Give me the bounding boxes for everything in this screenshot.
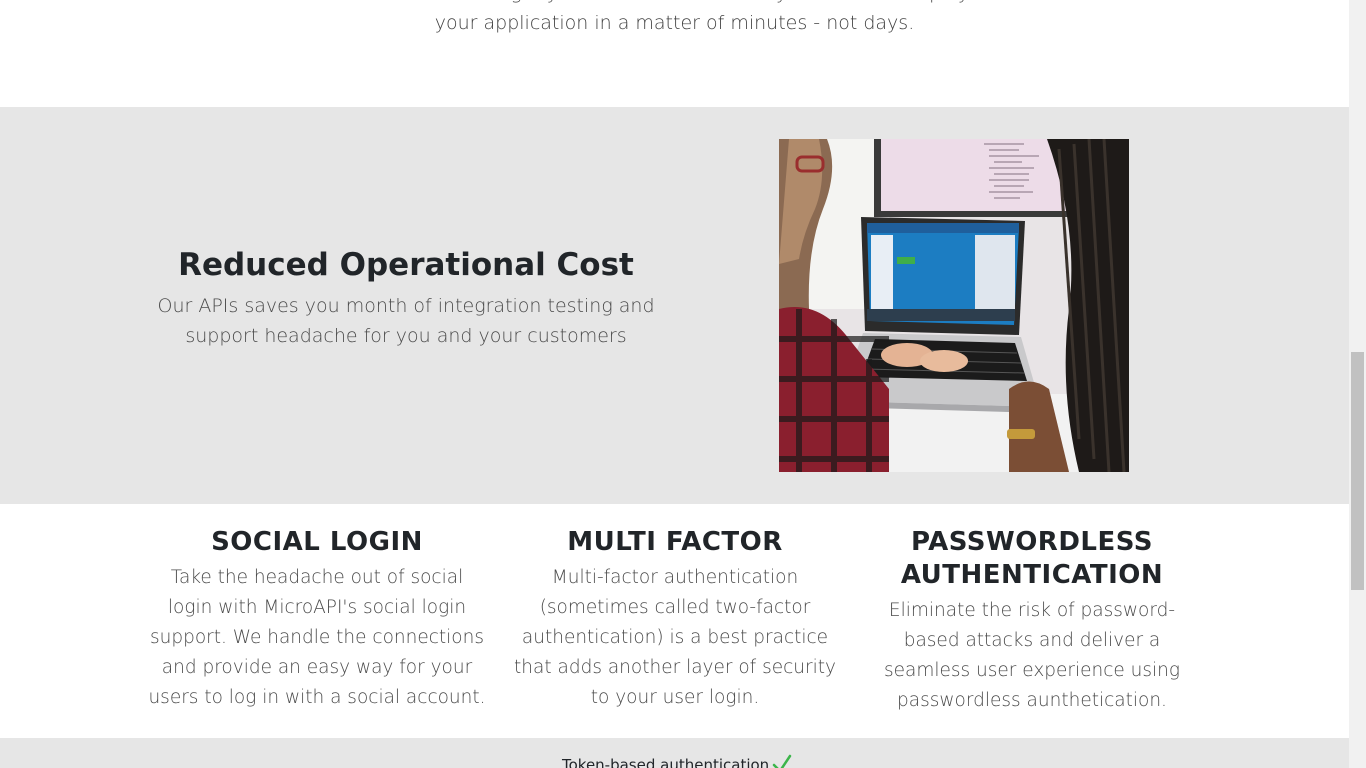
card-title: MULTI FACTOR: [567, 527, 783, 557]
card-description: Eliminate the risk of password-based att…: [883, 600, 1181, 711]
feature-title: Reduced Operational Cost: [178, 247, 634, 283]
card-title: PASSWORDLESS AUTHENTICATION: [900, 527, 1164, 590]
feature-list-item: Token-based authentication: [562, 756, 770, 768]
vertical-scrollbar[interactable]: [1349, 0, 1366, 768]
card-passwordless: PASSWORDLESS AUTHENTICATION Eliminate th…: [862, 526, 1202, 716]
intro-paragraph: maintenance that come from building it y…: [163, 0, 1186, 34]
card-social-login: SOCIAL LOGIN Take the headache out of so…: [147, 526, 487, 713]
card-description: Take the headache out of social login wi…: [148, 567, 486, 708]
card-multi-factor: MULTI FACTOR Multi-factor authentication…: [505, 526, 845, 713]
features-cards-section: SOCIAL LOGIN Take the headache out of so…: [0, 504, 1349, 738]
card-title: SOCIAL LOGIN: [211, 527, 423, 557]
feature-description: Our APIs saves you month of integration …: [157, 295, 655, 347]
check-icon: [772, 754, 792, 768]
feature-list-strip: Token-based authentication: [0, 738, 1349, 768]
scrollbar-thumb[interactable]: [1351, 352, 1364, 590]
feature-section: Reduced Operational Cost Our APIs saves …: [0, 107, 1349, 504]
laptop-photo: [779, 139, 1129, 472]
page: maintenance that come from building it y…: [0, 0, 1349, 768]
intro-section: maintenance that come from building it y…: [0, 0, 1349, 107]
card-description: Multi-factor authentication (sometimes c…: [514, 567, 836, 708]
